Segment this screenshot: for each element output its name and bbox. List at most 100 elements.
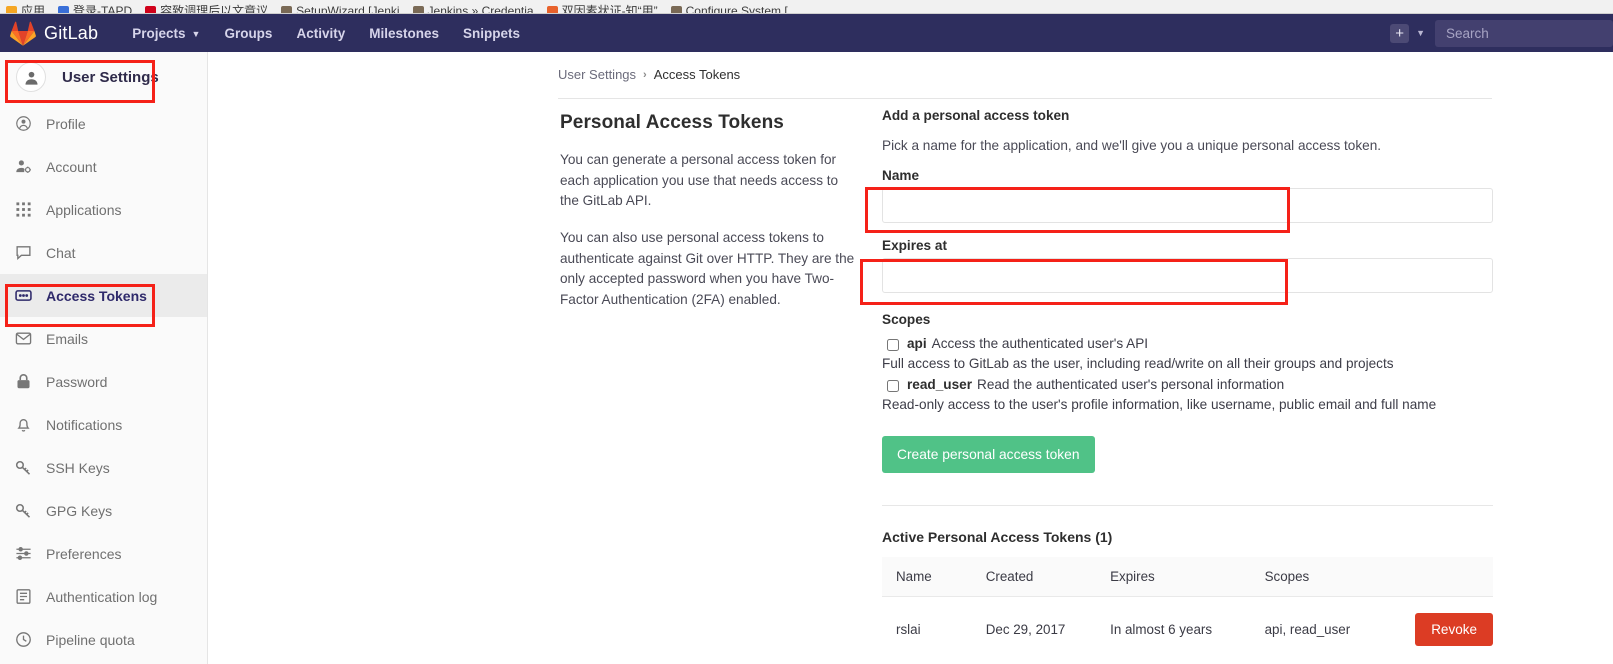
scope-help-api: Full access to GitLab as the user, inclu… [882, 356, 1394, 371]
account-gear-icon [12, 156, 34, 178]
nav-link-snippets[interactable]: Snippets [451, 14, 532, 52]
sidebar-item-profile[interactable]: Profile [0, 102, 207, 145]
name-input[interactable] [882, 188, 1493, 223]
gitlab-icon [546, 5, 558, 13]
sidebar-item-label: Authentication log [46, 588, 158, 605]
chevron-down-icon[interactable]: ▼ [1416, 28, 1425, 38]
bookmark-label: 容致调理后以文章议 [160, 4, 269, 14]
scope-name: api [907, 336, 927, 351]
sidebar-item-applications[interactable]: Applications [0, 188, 207, 231]
lock-icon [12, 371, 34, 393]
jenkins-icon [670, 5, 682, 13]
active-tokens-table: Name Created Expires Scopes rslai Dec 29, 20… [882, 557, 1493, 662]
token-actions-cell: Revoke [1401, 597, 1493, 663]
search-input[interactable]: Search [1435, 19, 1613, 47]
table-header-row: Name Created Expires Scopes [882, 557, 1493, 597]
table-row: rslai Dec 29, 2017 In almost 6 years api, r… [882, 597, 1493, 663]
bookmark-item[interactable]: Jenkins » Credentia [412, 4, 534, 14]
sidebar-item-emails[interactable]: Emails [0, 317, 207, 360]
token-created: Dec 29, 2017 [985, 622, 1066, 637]
breadcrumb-parent[interactable]: User Settings [558, 67, 636, 82]
applications-grid-icon [12, 199, 34, 221]
sidebar-item-label: Access Tokens [46, 287, 147, 304]
log-list-icon [12, 586, 34, 608]
sidebar-item-label: Chat [46, 244, 76, 261]
page-title: Personal Access Tokens [560, 112, 784, 133]
table-header-actions [1401, 557, 1493, 597]
nav-link-projects[interactable]: Projects ▼ [120, 14, 212, 52]
bookmark-item[interactable]: 容致调理后以文章议 [145, 4, 269, 14]
sidebar-item-gpg-keys[interactable]: GPG Keys [0, 489, 207, 532]
nav-link-activity[interactable]: Activity [284, 14, 357, 52]
sidebar-item-account[interactable]: Account [0, 145, 207, 188]
gitlab-brand-text: GitLab [44, 22, 99, 43]
sidebar-item-ssh-keys[interactable]: SSH Keys [0, 446, 207, 489]
bookmark-label: Jenkins » Credentia [427, 4, 534, 14]
chevron-down-icon: ▼ [191, 29, 201, 39]
key-icon [12, 457, 34, 479]
bookmark-item[interactable]: SetupWizard [Jenki [281, 4, 400, 14]
scope-row-api[interactable]: api Access the authenticated user's API [882, 336, 1493, 351]
sidebar-item-pipeline-quota[interactable]: Pipeline quota [0, 618, 207, 661]
sidebar-item-password[interactable]: Password [0, 360, 207, 403]
sliders-icon [12, 543, 34, 565]
chat-bubble-icon [12, 242, 34, 264]
key-icon [12, 500, 34, 522]
bookmark-item[interactable]: 应用 [6, 4, 46, 14]
navbar-links: Projects ▼ Groups Activity Milestones Snippet… [120, 14, 532, 52]
active-tokens-title: Active Personal Access Tokens (1) [882, 529, 1113, 545]
navbar-right-actions: + ▼ Search [1390, 14, 1613, 52]
nav-link-groups[interactable]: Groups [212, 14, 284, 52]
clock-icon [12, 629, 34, 651]
sidebar-item-label: Applications [46, 201, 122, 218]
expires-label: Expires at [882, 238, 947, 253]
table-header-expires: Expires [1110, 569, 1155, 584]
token-scopes: api, read_user [1264, 622, 1351, 637]
description-column: Personal Access Tokens You can generate … [560, 112, 855, 327]
bookmark-label: SetupWizard [Jenki [296, 4, 400, 14]
scope-name: read_user [907, 377, 972, 392]
token-name: rslai [896, 622, 921, 637]
jenkins-icon [412, 5, 424, 13]
scope-row-read_user[interactable]: read_user Read the authenticated user's p… [882, 377, 1493, 392]
bookmark-item[interactable]: 双因素状证-知“用” [546, 4, 658, 14]
bookmark-label: Configure System [ [685, 4, 788, 14]
profile-circle-icon [12, 113, 34, 135]
expires-at-input[interactable] [882, 258, 1493, 293]
sidebar-item-authentication-log[interactable]: Authentication log [0, 575, 207, 618]
sidebar-item-notifications[interactable]: Notifications [0, 403, 207, 446]
sidebar-item-label: Preferences [46, 545, 122, 562]
sidebar-item-access-tokens[interactable]: Access Tokens [0, 274, 207, 317]
scope-checkbox-read_user[interactable] [887, 380, 899, 392]
sidebar-item-preferences[interactable]: Preferences [0, 532, 207, 575]
sidebar-item-label: Pipeline quota [46, 631, 135, 648]
name-label: Name [882, 168, 920, 183]
bookmark-label: 应用 [21, 4, 46, 14]
nav-link-label: Snippets [463, 25, 521, 41]
jenkins-icon [281, 5, 293, 13]
sidebar-item-label: SSH Keys [46, 459, 110, 476]
access-token-icon [12, 285, 34, 307]
plus-icon[interactable]: + [1390, 23, 1410, 43]
nav-link-label: Projects [132, 25, 186, 41]
tapd-icon [58, 5, 70, 13]
bookmark-item[interactable]: 登录-TAPD [58, 4, 133, 14]
scope-checkbox-api[interactable] [887, 339, 899, 351]
bookmark-item[interactable]: Configure System [ [670, 4, 788, 14]
sidebar-header-user-settings[interactable]: User Settings [0, 52, 207, 102]
gitlab-brand[interactable]: GitLab [10, 21, 98, 46]
envelope-icon [12, 328, 34, 350]
sidebar-item-label: Account [46, 158, 97, 175]
bookmark-label: 双因素状证-知“用” [561, 4, 658, 14]
nav-link-label: Activity [296, 25, 346, 41]
user-avatar-icon [16, 62, 46, 92]
revoke-button[interactable]: Revoke [1415, 613, 1493, 646]
sidebar-item-chat[interactable]: Chat [0, 231, 207, 274]
create-personal-access-token-button[interactable]: Create personal access token [882, 436, 1095, 473]
scopes-label: Scopes [882, 312, 931, 327]
nav-link-milestones[interactable]: Milestones [357, 14, 451, 52]
bookmark-label: 登录-TAPD [73, 4, 133, 14]
table-header-scopes: Scopes [1264, 569, 1310, 584]
browser-bookmark-bar: 应用 登录-TAPD 容致调理后以文章议 SetupWizard [Jenki Jenk… [0, 0, 1613, 14]
description-paragraph-1: You can generate a personal access token… [560, 152, 839, 209]
